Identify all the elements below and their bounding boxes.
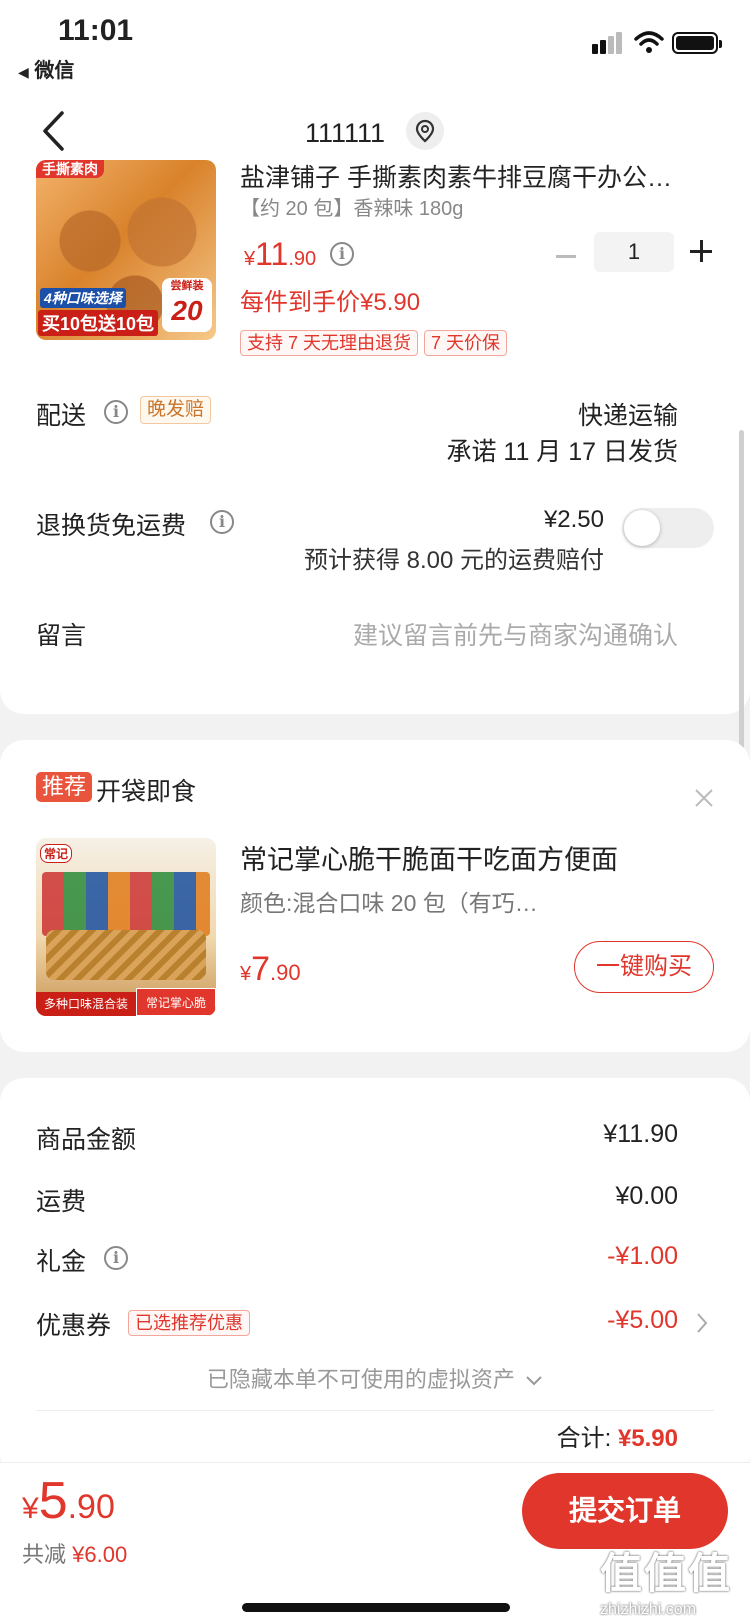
recommend-item-bottom-left: 多种口味混合装 <box>36 992 136 1016</box>
recommend-item-brand: 常记 <box>40 844 73 863</box>
location-pin-icon <box>415 119 435 143</box>
saved-label: 共减 <box>22 1542 67 1567</box>
wifi-icon <box>634 31 664 53</box>
late-compensation-badge[interactable]: 晚发赔 <box>140 396 212 424</box>
recommend-item-bottom-right: 常记掌心脆 <box>136 988 216 1016</box>
submit-order-button[interactable]: 提交订单 <box>522 1473 728 1549</box>
tag-return-7d: 支持 7 天无理由退货 <box>240 330 419 356</box>
hidden-assets-note: 已隐藏本单不可使用的虚拟资产 <box>206 1367 515 1392</box>
return-fee-price: ¥2.50 <box>543 506 604 533</box>
toggle-knob <box>624 510 660 546</box>
final-price: 每件到手价¥5.90 <box>240 289 421 316</box>
pay-price-symbol: ¥ <box>22 1492 39 1525</box>
pay-price-int: 5 <box>38 1472 68 1530</box>
back-triangle-icon: ◀ <box>18 64 29 80</box>
recommend-price-int: 7 <box>251 950 271 988</box>
qty-minus-button[interactable] <box>556 236 580 276</box>
watermark-url: zhizhizhi.com <box>600 1601 697 1618</box>
gift-value: -¥1.00 <box>607 1242 678 1270</box>
product-image-badge-num: 20 <box>171 295 203 326</box>
product-price-int: 11 <box>255 236 289 272</box>
location-button[interactable] <box>406 112 444 150</box>
one-click-buy-button[interactable]: 一键购买 <box>574 941 714 993</box>
recommend-item-image[interactable]: 常记 多种口味混合装 常记掌心脆 <box>36 838 216 1016</box>
gift-info-icon[interactable]: i <box>104 1246 128 1270</box>
product-price: ¥11.90 <box>244 236 316 273</box>
coupon-chevron-icon[interactable] <box>696 1312 708 1334</box>
product-image-promo: 买10包送10包 <box>38 310 159 336</box>
product-image-flavors: 4种口味选择 <box>40 288 126 308</box>
product-title[interactable]: 盐津铺子 手撕素肉素牛排豆腐干办公… <box>240 160 700 194</box>
goods-amount-value: ¥11.90 <box>603 1120 678 1148</box>
shipping-label: 运费 <box>36 1188 87 1216</box>
return-fee-toggle[interactable] <box>622 508 714 548</box>
message-input[interactable]: 建议留言前先与商家沟通确认 <box>353 616 678 652</box>
product-image-badge: 尝鲜装 20 <box>162 278 212 332</box>
coupon-value[interactable]: -¥5.00 <box>607 1306 678 1335</box>
product-image-top-text: 手撕素肉 <box>36 160 104 178</box>
signal-icon <box>592 32 622 54</box>
gift-label: 礼金 <box>36 1248 87 1276</box>
recommend-item-price: ¥7.90 <box>240 950 301 989</box>
chevron-down-icon <box>526 1376 542 1386</box>
recommend-title: 开袋即食 <box>96 778 197 806</box>
qty-input[interactable]: 1 <box>594 232 674 272</box>
back-chevron-icon[interactable] <box>40 110 66 152</box>
back-to-app[interactable]: ◀ 微信 <box>18 54 74 83</box>
status-bar: 11:01 ◀ 微信 <box>0 0 750 88</box>
delivery-info-icon[interactable]: i <box>104 400 128 424</box>
recommend-card: 推荐 开袋即食 常记 多种口味混合装 常记掌心脆 常记掌心脆干脆面干吃面方便面 … <box>0 740 750 1052</box>
summary-card: 商品金额 ¥11.90 运费 ¥0.00 礼金 i -¥1.00 优惠券 已选推… <box>0 1078 750 1478</box>
coupon-badge: 已选推荐优惠 <box>128 1310 250 1336</box>
recommend-item-spec: 颜色:混合口味 20 包（有巧… <box>240 890 538 916</box>
total-value: ¥5.90 <box>617 1425 678 1452</box>
order-card: 手撕素肉 4种口味选择 买10包送10包 尝鲜装 20 盐津铺子 手撕素肉素牛排… <box>0 160 750 714</box>
return-fee-info-icon[interactable]: i <box>210 510 234 534</box>
product-image-badge-top: 尝鲜装 <box>170 280 204 292</box>
home-indicator <box>242 1603 510 1612</box>
goods-amount-label: 商品金额 <box>36 1126 137 1154</box>
pay-price: ¥5.90 <box>22 1471 115 1531</box>
recommend-item-title[interactable]: 常记掌心脆干脆面干吃面方便面 <box>240 838 618 877</box>
return-fee-label: 退换货免运费 <box>36 512 187 540</box>
coupon-label[interactable]: 优惠券 <box>36 1306 111 1342</box>
total-row: 合计: ¥5.90 <box>557 1418 678 1453</box>
recommend-badge: 推荐 <box>36 772 93 802</box>
price-info-icon[interactable]: i <box>330 242 354 266</box>
shipping-value: ¥0.00 <box>615 1182 678 1210</box>
total-label: 合计: <box>556 1425 612 1452</box>
saved-amount: 共减 ¥6.00 <box>22 1537 127 1569</box>
tag-price-protect: 7 天价保 <box>424 330 508 356</box>
pay-price-dec: .90 <box>67 1488 115 1526</box>
delivery-promise: 承诺 11 月 17 日发货 <box>446 438 678 466</box>
hidden-assets-toggle[interactable]: 已隐藏本单不可使用的虚拟资产 <box>0 1362 750 1394</box>
back-app-label: 微信 <box>34 60 75 82</box>
status-time: 11:01 <box>58 14 134 47</box>
message-label: 留言 <box>36 622 87 650</box>
battery-icon <box>672 32 722 54</box>
close-icon[interactable] <box>694 788 714 808</box>
product-image[interactable]: 手撕素肉 4种口味选择 买10包送10包 尝鲜装 20 <box>36 160 216 340</box>
watermark: 值值值 zhizhizhi.com <box>600 1540 744 1620</box>
recommend-price-symbol: ¥ <box>240 963 252 985</box>
saved-value: ¥6.00 <box>72 1542 128 1567</box>
product-price-symbol: ¥ <box>244 248 256 270</box>
recommend-price-dec: .90 <box>270 960 301 985</box>
summary-divider <box>36 1410 714 1411</box>
delivery-label: 配送 <box>36 402 87 430</box>
qty-plus-button[interactable] <box>690 232 714 272</box>
nav-title: 111111 <box>305 118 386 148</box>
product-spec[interactable]: 【约 20 包】香辣味 180g <box>240 192 463 221</box>
delivery-method[interactable]: 快递运输 <box>578 396 678 432</box>
return-fee-note: 预计获得 8.00 元的运费赔付 <box>303 547 604 574</box>
watermark-chars: 值值值 <box>600 1550 733 1597</box>
product-price-dec: .90 <box>288 248 317 270</box>
